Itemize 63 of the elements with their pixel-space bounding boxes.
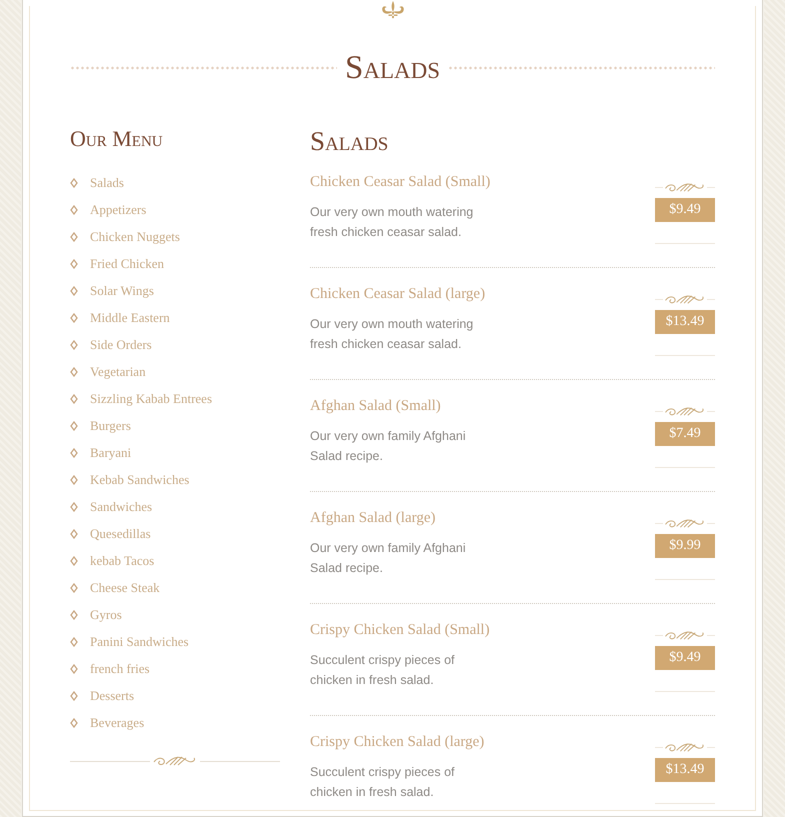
dish-name: Afghan Salad (large) [310, 509, 437, 528]
price-tag: $13.49 [655, 310, 715, 334]
menu-link[interactable]: Cheese Steak [90, 580, 160, 596]
menu-link[interactable]: Sandwiches [90, 498, 152, 514]
diamond-bullet-icon [70, 258, 78, 268]
menu-link[interactable]: Panini Sandwiches [90, 634, 189, 650]
diamond-bullet-icon [70, 340, 78, 350]
diamond-bullet-icon [70, 394, 78, 404]
diamond-bullet-icon [70, 636, 78, 646]
dish-description: Succulent crispy pieces of chicken in fresh salad. [310, 652, 456, 689]
diamond-bullet-icon [70, 556, 78, 566]
section-title: Salads [310, 126, 390, 156]
diamond-bullet-icon [70, 204, 78, 214]
menu-link[interactable]: Vegetarian [90, 364, 146, 380]
diamond-bullet-icon [70, 610, 78, 620]
menu-link[interactable]: Baryani [90, 444, 132, 460]
diamond-bullet-icon [70, 420, 78, 430]
menu-link[interactable]: Kebab Sandwiches [90, 472, 190, 488]
menu-link[interactable]: Chicken Nuggets [90, 228, 180, 244]
menu-link[interactable]: kebab Tacos [90, 552, 154, 568]
diamond-bullet-icon [70, 232, 78, 242]
diamond-bullet-icon [70, 690, 78, 700]
menu-link[interactable]: Desserts [90, 688, 134, 704]
menu-link[interactable]: Gyros [90, 606, 122, 622]
menu-link[interactable]: Sizzling Kabab Entrees [90, 390, 212, 406]
diamond-bullet-icon [70, 312, 78, 322]
menu-link[interactable]: french fries [90, 660, 150, 676]
diamond-bullet-icon [70, 502, 78, 512]
menu-link[interactable]: Solar Wings [90, 282, 154, 298]
dish-description: Our very own mouth watering fresh chicken ceasar salad. [310, 316, 474, 353]
price-tag: $9.49 [655, 646, 715, 670]
sidebar-title: Our Menu [70, 126, 164, 152]
price-tag: $7.49 [655, 422, 715, 446]
diamond-bullet-icon [70, 286, 78, 296]
diamond-bullet-icon [70, 178, 78, 188]
menu-link[interactable]: Quesedillas [90, 526, 151, 542]
menu-link[interactable]: Beverages [90, 714, 144, 730]
diamond-bullet-icon [70, 448, 78, 458]
diamond-bullet-icon [70, 664, 78, 674]
price-tag: $9.49 [655, 198, 715, 222]
dish-description: Our very own mouth watering fresh chicken ceasar salad. [310, 204, 474, 241]
page-title: Salads [344, 50, 440, 86]
diamond-bullet-icon [70, 474, 78, 484]
menu-link[interactable]: Fried Chicken [90, 256, 164, 272]
menu-link[interactable]: Salads [90, 174, 124, 190]
dish-name: Chicken Ceasar Salad (Small) [310, 173, 490, 192]
price-tag: $13.49 [655, 758, 715, 782]
diamond-bullet-icon [70, 528, 78, 538]
diamond-bullet-icon [70, 718, 78, 728]
menu-link[interactable]: Burgers [90, 418, 131, 434]
dish-description: Succulent crispy pieces of chicken in fresh salad. [310, 764, 456, 801]
menu-link[interactable]: Appetizers [90, 202, 146, 218]
menu-link[interactable]: Middle Eastern [90, 310, 170, 326]
dish-description: Our very own family Afghani Salad recipe. [310, 540, 467, 577]
diamond-bullet-icon [70, 582, 78, 592]
menu-link[interactable]: Side Orders [90, 336, 152, 352]
dish-name: Afghan Salad (Small) [310, 397, 442, 416]
dish-name: Crispy Chicken Salad (Small) [310, 621, 490, 640]
price-tag: $9.99 [655, 534, 715, 558]
diamond-bullet-icon [70, 366, 78, 376]
dish-name: Crispy Chicken Salad (large) [310, 733, 486, 752]
dish-name: Chicken Ceasar Salad (large) [310, 285, 486, 304]
dish-description: Our very own family Afghani Salad recipe. [310, 428, 467, 465]
